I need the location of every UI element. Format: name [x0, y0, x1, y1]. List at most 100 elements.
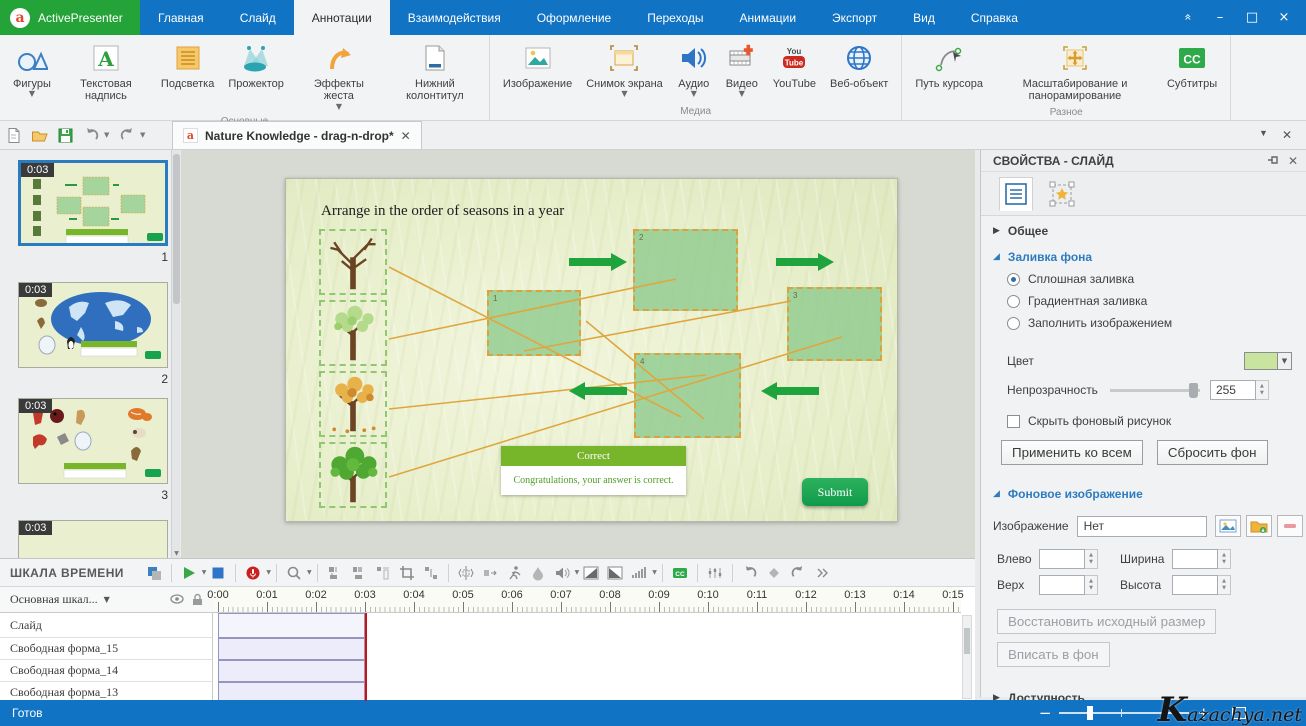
zoom-slider-thumb[interactable]: [1087, 706, 1093, 720]
dropdown-icon[interactable]: ▼: [266, 569, 271, 576]
drop-target-3[interactable]: 3: [787, 287, 882, 361]
width-input[interactable]: [1172, 549, 1218, 569]
dropdown-icon[interactable]: ▼: [29, 90, 35, 99]
panel-collapse-icon[interactable]: ▼: [1259, 128, 1268, 142]
fill-option-gradient[interactable]: Градиентная заливка: [981, 290, 1306, 312]
panel-close-icon[interactable]: ✕: [1282, 128, 1292, 142]
ribbon-button-image[interactable]: Изображение: [496, 39, 579, 92]
slide-thumbnail-3[interactable]: 0:033: [18, 398, 168, 484]
menu-tab-взаимодействия[interactable]: Взаимодействия: [390, 0, 519, 35]
dropdown-icon[interactable]: ▼: [336, 103, 342, 112]
image-value-field[interactable]: Нет: [1077, 516, 1207, 537]
hide-background-checkbox[interactable]: [1007, 415, 1020, 428]
winter-tree-drag-item[interactable]: [319, 229, 387, 295]
play-icon[interactable]: [178, 562, 200, 584]
section-background-image[interactable]: ◢Фоновое изображение: [981, 479, 1306, 505]
slide-thumbnail-1[interactable]: 0:031: [18, 160, 168, 246]
dropdown-icon[interactable]: ▼: [202, 569, 207, 576]
ribbon-button-youtube[interactable]: YouTubeYouTube: [766, 39, 823, 92]
menu-tab-вид[interactable]: Вид: [895, 0, 953, 35]
tab-slide-properties[interactable]: [999, 177, 1033, 211]
fade-out-icon[interactable]: [604, 562, 626, 584]
ribbon-button-captions[interactable]: CCСубтитры: [1160, 39, 1224, 92]
ribbon-collapse-icon[interactable]: »: [1174, 6, 1202, 30]
speaker-icon[interactable]: [551, 562, 573, 584]
height-input[interactable]: [1172, 575, 1218, 595]
g-b[interactable]: [348, 562, 370, 584]
autumn-tree-drag-item[interactable]: [319, 371, 387, 437]
document-tab[interactable]: a Nature Knowledge - drag-n-drop* ✕: [172, 121, 422, 149]
thumbnail-image[interactable]: 0:03: [18, 398, 168, 484]
dropdown-icon[interactable]: ▼: [652, 569, 657, 576]
opacity-value-input[interactable]: 255: [1210, 380, 1256, 400]
ribbon-button-gesture-effects[interactable]: Эффекты жеста▼: [291, 39, 387, 114]
left-input[interactable]: [1039, 549, 1085, 569]
undo-dropdown-icon[interactable]: ▼: [104, 131, 114, 139]
spring-tree-drag-item[interactable]: [319, 300, 387, 366]
ribbon-button-audio[interactable]: Аудио▼: [670, 39, 718, 101]
maximize-icon[interactable]: □: [1238, 6, 1266, 30]
drop-target-1[interactable]: 1: [487, 290, 581, 356]
opacity-slider[interactable]: [1110, 389, 1200, 392]
ribbon-button-spotlight[interactable]: Прожектор: [221, 39, 291, 92]
thumbnail-image[interactable]: 0:03: [18, 160, 168, 246]
timeline-object-bar[interactable]: [218, 660, 365, 682]
top-input[interactable]: [1039, 575, 1085, 595]
zoom-lens-icon[interactable]: [283, 562, 305, 584]
redo-icon[interactable]: [114, 123, 140, 147]
visibility-icon[interactable]: [170, 593, 184, 605]
timeline-object-bar[interactable]: [218, 613, 365, 638]
slide-thumbnail-2[interactable]: 0:032: [18, 282, 168, 368]
section-general[interactable]: ▶Общее: [981, 216, 1306, 242]
ribbon-button-shapes[interactable]: Фигуры▼: [6, 39, 58, 101]
timeline-row-свободная форма_15[interactable]: Свободная форма_15: [0, 638, 213, 660]
timeline-scale-selector[interactable]: Основная шкал...: [10, 592, 98, 607]
timeline-scrollbar[interactable]: [962, 615, 972, 699]
menu-tab-переходы[interactable]: Переходы: [629, 0, 721, 35]
menu-tab-экспорт[interactable]: Экспорт: [814, 0, 895, 35]
g-del[interactable]: [372, 562, 394, 584]
ribbon-button-highlight[interactable]: Подсветка: [154, 39, 221, 92]
scale-dropdown-icon[interactable]: ▼: [104, 595, 110, 604]
open-icon[interactable]: [26, 123, 52, 147]
menu-tab-справка[interactable]: Справка: [953, 0, 1036, 35]
fill-color-swatch[interactable]: [1244, 352, 1278, 370]
g-stretch2[interactable]: [479, 562, 501, 584]
tab-interactivity[interactable]: [1045, 177, 1079, 211]
close-icon[interactable]: ×: [1270, 6, 1298, 30]
fill-option-image[interactable]: Заполнить изображением: [981, 312, 1306, 334]
choose-image-icon[interactable]: [1215, 515, 1241, 537]
opacity-spinner[interactable]: ▲▼: [1256, 380, 1269, 400]
volume-icon[interactable]: [628, 562, 650, 584]
thumbnail-image[interactable]: 0:03: [18, 282, 168, 368]
save-icon[interactable]: [52, 123, 78, 147]
scroll-down-icon[interactable]: ▼: [172, 550, 181, 557]
import-image-folder-icon[interactable]: [1246, 515, 1272, 537]
g-a[interactable]: [324, 562, 346, 584]
fit-to-background-button[interactable]: Вписать в фон: [997, 642, 1110, 667]
slides-scrollbar[interactable]: ▼: [171, 150, 180, 558]
lock-icon[interactable]: [192, 593, 203, 606]
slide-thumbnail-4[interactable]: 0:034: [18, 520, 168, 558]
stop-icon[interactable]: [207, 562, 229, 584]
thumbnail-image[interactable]: 0:03: [18, 520, 168, 558]
summer-tree-drag-item[interactable]: [319, 442, 387, 508]
timeline-row-свободная форма_14[interactable]: Свободная форма_14: [0, 660, 213, 682]
slide-question-title[interactable]: Arrange in the order of seasons in a yea…: [321, 203, 564, 220]
undo-icon[interactable]: [739, 562, 761, 584]
ribbon-button-cursor-path[interactable]: Путь курсора: [908, 39, 990, 92]
minimize-icon[interactable]: –: [1206, 6, 1234, 30]
pin-icon[interactable]: [1267, 154, 1280, 167]
ribbon-button-footer[interactable]: Нижний колонтитул: [387, 39, 483, 105]
ribbon-button-screenshot[interactable]: Снимок экрана▼: [579, 39, 670, 101]
panes-icon[interactable]: [143, 562, 165, 584]
redo-dropdown-icon[interactable]: ▼: [140, 131, 150, 139]
timeline-object-bar[interactable]: [218, 638, 365, 660]
dropdown-icon[interactable]: ▼: [739, 90, 745, 99]
menu-tab-аннотации[interactable]: Аннотации: [294, 0, 390, 35]
timeline-ruler[interactable]: 0:000:010:020:030:040:050:060:070:080:09…: [213, 587, 961, 613]
section-background-fill[interactable]: ◢Заливка фона: [981, 242, 1306, 268]
drop-target-2[interactable]: 2: [633, 229, 738, 311]
document-close-icon[interactable]: ✕: [401, 129, 411, 143]
sync-icon[interactable]: [704, 562, 726, 584]
